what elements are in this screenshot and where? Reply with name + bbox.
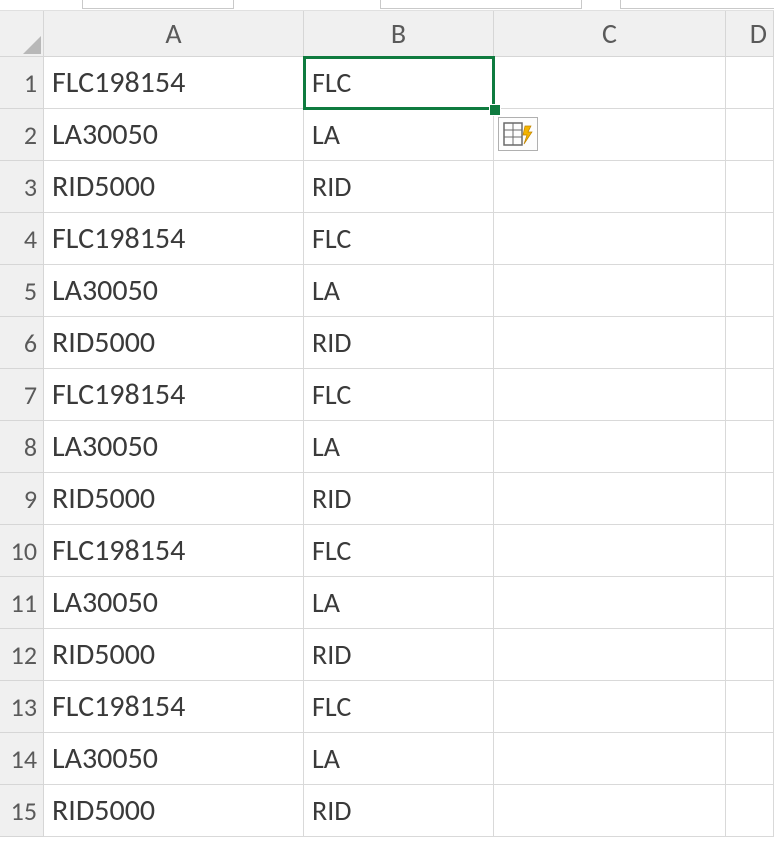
cell-B5[interactable]: LA	[304, 265, 494, 317]
cell-D4[interactable]	[726, 213, 774, 265]
cell-C13[interactable]	[494, 681, 726, 733]
row-header-13[interactable]: 13	[0, 681, 44, 733]
cell-A10[interactable]: FLC198154	[44, 525, 304, 577]
cell-C1[interactable]	[494, 57, 726, 109]
cell-D1[interactable]	[726, 57, 774, 109]
cell-B9[interactable]: RID	[304, 473, 494, 525]
cell-A7[interactable]: FLC198154	[44, 369, 304, 421]
flash-fill-options-button[interactable]	[498, 117, 538, 151]
column-header-A[interactable]: A	[44, 11, 304, 57]
row-header-14[interactable]: 14	[0, 733, 44, 785]
cell-A6[interactable]: RID5000	[44, 317, 304, 369]
row-header-2[interactable]: 2	[0, 109, 44, 161]
cell-C3[interactable]	[494, 161, 726, 213]
select-all-corner[interactable]	[0, 11, 44, 57]
cell-C4[interactable]	[494, 213, 726, 265]
cell-D7[interactable]	[726, 369, 774, 421]
cell-C9[interactable]	[494, 473, 726, 525]
cell-B12[interactable]: RID	[304, 629, 494, 681]
cell-A11[interactable]: LA30050	[44, 577, 304, 629]
ribbon-bottom-edge	[0, 0, 774, 11]
cell-A1[interactable]: FLC198154	[44, 57, 304, 109]
cell-B14[interactable]: LA	[304, 733, 494, 785]
row-header-5[interactable]: 5	[0, 265, 44, 317]
cell-D8[interactable]	[726, 421, 774, 473]
row-header-8[interactable]: 8	[0, 421, 44, 473]
row-header-12[interactable]: 12	[0, 629, 44, 681]
cell-B10[interactable]: FLC	[304, 525, 494, 577]
cell-B11[interactable]: LA	[304, 577, 494, 629]
cell-A12[interactable]: RID5000	[44, 629, 304, 681]
cell-B4[interactable]: FLC	[304, 213, 494, 265]
cell-A9[interactable]: RID5000	[44, 473, 304, 525]
row-header-9[interactable]: 9	[0, 473, 44, 525]
row-header-15[interactable]: 15	[0, 785, 44, 837]
cell-D14[interactable]	[726, 733, 774, 785]
cell-D6[interactable]	[726, 317, 774, 369]
row-header-7[interactable]: 7	[0, 369, 44, 421]
cell-A14[interactable]: LA30050	[44, 733, 304, 785]
cell-C12[interactable]	[494, 629, 726, 681]
cell-C11[interactable]	[494, 577, 726, 629]
cell-A2[interactable]: LA30050	[44, 109, 304, 161]
cell-D15[interactable]	[726, 785, 774, 837]
cell-B15[interactable]: RID	[304, 785, 494, 837]
cell-C6[interactable]	[494, 317, 726, 369]
worksheet-grid[interactable]: ABCD1FLC198154FLC2LA30050LA3RID5000RID4F…	[0, 11, 774, 837]
ribbon-group-fragment	[380, 0, 582, 9]
cell-A3[interactable]: RID5000	[44, 161, 304, 213]
flash-fill-icon	[503, 122, 533, 146]
cell-C10[interactable]	[494, 525, 726, 577]
cell-D2[interactable]	[726, 109, 774, 161]
cell-A4[interactable]: FLC198154	[44, 213, 304, 265]
cell-D5[interactable]	[726, 265, 774, 317]
cell-B3[interactable]: RID	[304, 161, 494, 213]
row-header-11[interactable]: 11	[0, 577, 44, 629]
cell-B1[interactable]: FLC	[304, 57, 494, 109]
row-header-3[interactable]: 3	[0, 161, 44, 213]
cell-D9[interactable]	[726, 473, 774, 525]
column-header-D[interactable]: D	[726, 11, 774, 57]
cell-C15[interactable]	[494, 785, 726, 837]
cell-D10[interactable]	[726, 525, 774, 577]
cell-B8[interactable]: LA	[304, 421, 494, 473]
column-header-C[interactable]: C	[494, 11, 726, 57]
cell-C14[interactable]	[494, 733, 726, 785]
row-header-6[interactable]: 6	[0, 317, 44, 369]
cell-A5[interactable]: LA30050	[44, 265, 304, 317]
cell-B2[interactable]: LA	[304, 109, 494, 161]
cell-B7[interactable]: FLC	[304, 369, 494, 421]
ribbon-group-fragment	[620, 0, 774, 9]
row-header-10[interactable]: 10	[0, 525, 44, 577]
fill-handle[interactable]	[489, 104, 501, 116]
cell-A8[interactable]: LA30050	[44, 421, 304, 473]
cell-C8[interactable]	[494, 421, 726, 473]
cell-A13[interactable]: FLC198154	[44, 681, 304, 733]
ribbon-group-fragment	[82, 0, 234, 9]
cell-B6[interactable]: RID	[304, 317, 494, 369]
column-header-B[interactable]: B	[304, 11, 494, 57]
cell-D12[interactable]	[726, 629, 774, 681]
row-header-4[interactable]: 4	[0, 213, 44, 265]
row-header-1[interactable]: 1	[0, 57, 44, 109]
cell-C7[interactable]	[494, 369, 726, 421]
cell-C5[interactable]	[494, 265, 726, 317]
cell-D3[interactable]	[726, 161, 774, 213]
cell-B13[interactable]: FLC	[304, 681, 494, 733]
cell-A15[interactable]: RID5000	[44, 785, 304, 837]
cell-D11[interactable]	[726, 577, 774, 629]
cell-D13[interactable]	[726, 681, 774, 733]
